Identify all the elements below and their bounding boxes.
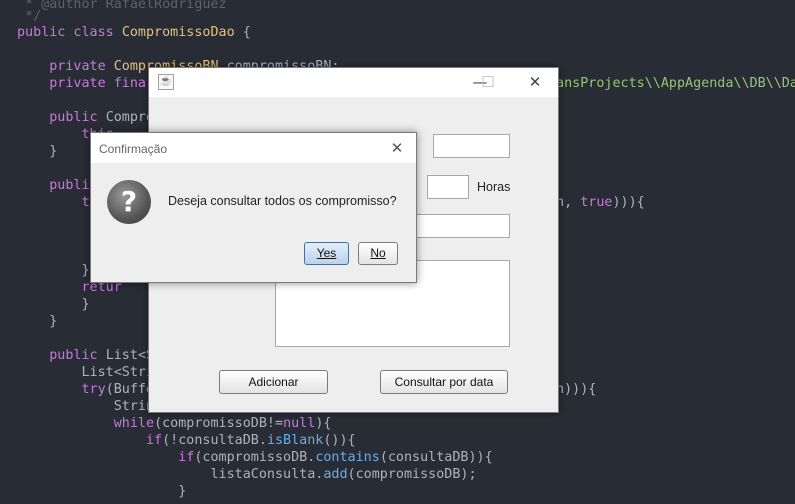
- code-string-fragment: eansProjects\\AppAgenda\\DB\\Da: [548, 76, 795, 91]
- dialog-message: Deseja consultar todos os compromisso?: [168, 194, 397, 208]
- code-line: try(Buffe: [17, 382, 155, 397]
- code-line: * @author RafaelRodriguez: [17, 0, 227, 12]
- code-line: t: [17, 195, 90, 210]
- code-line: }: [17, 297, 90, 312]
- yes-button[interactable]: Yes: [304, 242, 349, 265]
- code-line: public List<S: [17, 348, 155, 363]
- hours-field[interactable]: [427, 175, 469, 199]
- code-line: }: [17, 144, 58, 159]
- no-button[interactable]: No: [358, 242, 398, 265]
- text-field-1[interactable]: [433, 134, 510, 158]
- hours-label: Horas: [477, 180, 511, 194]
- code-fragment: th, true))){: [548, 195, 645, 210]
- add-button[interactable]: Adicionar: [219, 370, 328, 394]
- code-line: public class CompromissoDao {: [17, 25, 251, 40]
- query-by-date-button[interactable]: Consultar por data: [380, 370, 508, 394]
- window-title-bar[interactable]: ☕ — ☐ ✕: [149, 68, 558, 97]
- dialog-close-icon[interactable]: ✕: [386, 137, 408, 159]
- yes-label: Yes: [316, 246, 337, 260]
- text-field-3[interactable]: [411, 214, 510, 238]
- code-line: }: [17, 263, 90, 278]
- dialog-title: Confirmação: [99, 142, 168, 156]
- code-line: if(!consultaDB.isBlank()){: [17, 433, 356, 448]
- java-cup-icon: ☕: [158, 74, 174, 90]
- close-button[interactable]: ✕: [522, 72, 548, 92]
- code-line: }: [17, 314, 58, 329]
- dialog-title-bar[interactable]: Confirmação ✕: [91, 133, 416, 163]
- code-line: private fina: [17, 76, 146, 91]
- code-line: */: [17, 9, 42, 24]
- maximize-button[interactable]: ☐: [475, 72, 501, 92]
- question-icon: ?: [107, 180, 151, 224]
- confirmation-dialog[interactable]: Confirmação ✕ ? Deseja consultar todos o…: [90, 132, 417, 283]
- code-line: Strin: [17, 399, 155, 414]
- code-line: if(compromissoDB.contains(consultaDB)){: [17, 450, 493, 465]
- code-line: listaConsulta.add(compromissoDB);: [17, 467, 477, 482]
- code-line: while(compromissoDB!=null){: [17, 416, 332, 431]
- code-line: }: [17, 484, 187, 499]
- code-line: public Compro: [17, 110, 155, 125]
- no-label: No: [370, 246, 386, 260]
- code-line: List<Stri: [17, 365, 155, 380]
- code-line: publi: [17, 178, 90, 193]
